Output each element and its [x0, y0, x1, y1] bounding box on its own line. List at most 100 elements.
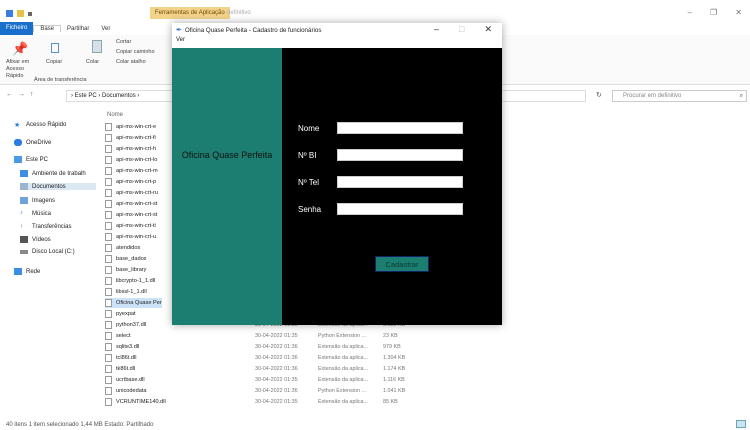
clipboard-group-label: Área de transferência: [34, 77, 87, 83]
file-row[interactable]: pyexpat: [105, 309, 136, 319]
paste-shortcut-button[interactable]: Colar atalho: [116, 59, 146, 65]
copy-icon[interactable]: [51, 43, 59, 53]
tab-ficheiro[interactable]: Ficheiro: [0, 22, 34, 35]
sidebar-label: Rede: [26, 268, 41, 275]
file-icon: [105, 123, 112, 131]
folder-icon[interactable]: [17, 10, 24, 17]
file-row[interactable]: unicodedata: [105, 386, 146, 396]
file-date: 30-04-2022 01:36: [255, 388, 298, 394]
file-row[interactable]: VCRUNTIME140.dll: [105, 397, 166, 407]
minimize-icon[interactable]: –: [434, 24, 439, 35]
file-date: 30-04-2022 01:36: [255, 355, 298, 361]
paste-icon[interactable]: [92, 40, 102, 53]
file-row[interactable]: tk86t.dll: [105, 364, 135, 374]
file-row[interactable]: base_library: [105, 265, 146, 275]
file-row[interactable]: api-ms-win-crt-p: [105, 177, 156, 187]
file-size: 979 KB: [383, 344, 401, 350]
close-icon[interactable]: ✕: [735, 8, 742, 17]
file-row[interactable]: api-ms-win-crt-h: [105, 144, 156, 154]
paste-button[interactable]: Colar: [86, 59, 99, 65]
maximize-icon[interactable]: □: [459, 24, 464, 35]
nav-arrows[interactable]: ←→↑: [6, 91, 39, 98]
sidebar-item-network[interactable]: Rede: [14, 268, 40, 275]
file-type: Extensão da aplica...: [318, 366, 369, 372]
file-row[interactable]: api-ms-win-crt-m: [105, 166, 158, 176]
file-icon: [105, 167, 112, 175]
sidebar-item-onedrive[interactable]: OneDrive: [14, 139, 51, 146]
file-row[interactable]: api-ms-win-crt-fi: [105, 133, 156, 143]
senha-input[interactable]: [337, 203, 463, 215]
search-placeholder: Procurar em definitivo: [623, 93, 682, 99]
save-icon[interactable]: [6, 10, 13, 17]
file-row[interactable]: Oficina Quase Per: [105, 298, 162, 308]
sidebar-item-videos[interactable]: Vídeos: [20, 236, 51, 243]
file-row[interactable]: sqlite3.dll: [105, 342, 139, 352]
menu-ver[interactable]: Ver: [176, 37, 185, 43]
sidebar-item-music[interactable]: ♪ Música: [20, 210, 51, 217]
file-name: api-ms-win-crt-st: [116, 212, 158, 218]
sidebar-item-downloads[interactable]: ↓ Transferências: [20, 223, 71, 230]
minimize-icon[interactable]: –: [688, 8, 692, 17]
cut-button[interactable]: Cortar: [116, 39, 131, 45]
file-type: Python Extension ...: [318, 388, 366, 394]
sidebar-item-images[interactable]: Imagens: [20, 197, 55, 204]
field-label-nome: Nome: [298, 124, 320, 133]
file-row[interactable]: atendidos: [105, 243, 140, 253]
cadastrar-button[interactable]: Cadastrar: [375, 256, 429, 272]
file-row[interactable]: api-ms-win-crt-st: [105, 210, 157, 220]
column-header-name[interactable]: Nome: [107, 112, 123, 118]
file-type: Extensão da aplica...: [318, 344, 369, 350]
copy-button[interactable]: Copiar: [46, 59, 62, 65]
file-row[interactable]: libcrypto-1_1.dll: [105, 276, 155, 286]
chevron-down-icon[interactable]: [28, 11, 32, 16]
sidebar-item-quick-access[interactable]: ★ Acesso Rápido: [14, 121, 66, 130]
tab-base[interactable]: Base: [33, 25, 62, 32]
file-row[interactable]: python37.dll: [105, 320, 146, 330]
file-icon: [105, 332, 112, 340]
tel-input[interactable]: [337, 176, 463, 188]
refresh-icon[interactable]: ↻: [596, 91, 602, 99]
file-icon: [105, 299, 112, 307]
sidebar-label: Imagens: [32, 197, 56, 204]
network-icon: [14, 268, 22, 275]
tab-partilhar[interactable]: Partilhar: [61, 26, 95, 32]
file-row[interactable]: api-ms-win-crt-e: [105, 122, 156, 132]
restore-icon[interactable]: ❐: [710, 8, 717, 17]
tab-ver[interactable]: Ver: [95, 26, 116, 32]
file-row[interactable]: api-ms-win-crt-ti: [105, 221, 156, 231]
sidebar-item-local-disk[interactable]: Disco Local (C:): [20, 249, 75, 255]
file-row[interactable]: api-ms-win-crt-lo: [105, 155, 157, 165]
sidebar-item-this-pc[interactable]: Este PC: [14, 156, 48, 163]
file-row[interactable]: api-ms-win-crt-u: [105, 232, 156, 242]
explorer-window-title: definitivo: [227, 10, 251, 16]
file-row[interactable]: api-ms-win-crt-st: [105, 199, 157, 209]
details-view-button[interactable]: [736, 420, 746, 428]
file-row[interactable]: select: [105, 331, 131, 341]
bi-input[interactable]: [337, 149, 463, 161]
file-name: tcl86t.dll: [116, 355, 137, 361]
file-name: api-ms-win-crt-st: [116, 201, 158, 207]
close-icon[interactable]: ✕: [484, 24, 492, 35]
file-row[interactable]: libssl-1_1.dll: [105, 287, 147, 297]
file-size: 85 KB: [383, 399, 398, 405]
file-icon: [105, 189, 112, 197]
sidebar-item-desktop[interactable]: Ambiente de trabalh: [20, 170, 86, 177]
file-icon: [105, 145, 112, 153]
file-type: Extensão da aplica...: [318, 355, 369, 361]
file-row[interactable]: base_dados: [105, 254, 146, 264]
file-row[interactable]: api-ms-win-crt-ru: [105, 188, 158, 198]
nome-input[interactable]: [337, 122, 463, 134]
sidebar-label: Este PC: [26, 156, 49, 163]
sidebar-item-documents[interactable]: Documentos: [20, 183, 96, 190]
file-row[interactable]: ucrtbase.dll: [105, 375, 145, 385]
field-label-tel: Nº Tel: [298, 178, 320, 187]
file-icon: [105, 310, 112, 318]
copy-path-button[interactable]: Copiar caminho: [116, 49, 155, 55]
registration-window: ✒ Oficina Quase Perfeita - Cadastro de f…: [172, 23, 502, 325]
search-input[interactable]: Procurar em definitivo ⌕: [612, 90, 747, 102]
sidebar-label: OneDrive: [26, 139, 52, 146]
file-icon: [105, 288, 112, 296]
pin-icon[interactable]: 📌: [12, 41, 28, 57]
file-icon: [105, 343, 112, 351]
file-row[interactable]: tcl86t.dll: [105, 353, 137, 363]
